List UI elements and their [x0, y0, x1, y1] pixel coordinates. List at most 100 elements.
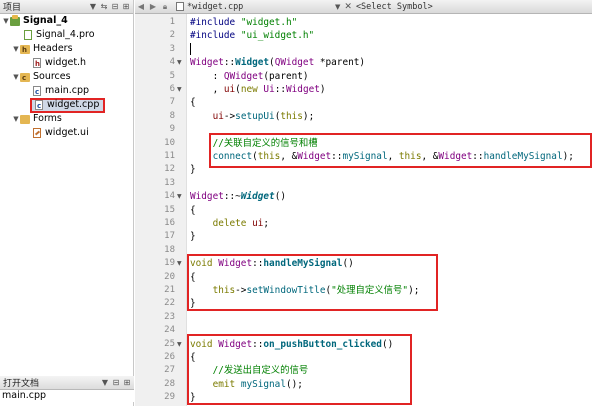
code-token: Widget: [240, 191, 275, 203]
headers-folder-icon: [20, 43, 30, 57]
line-number: 3: [169, 43, 175, 54]
line-number: 12: [164, 164, 175, 175]
code-token: #include: [190, 30, 236, 42]
fold-arrow-icon[interactable]: ▼: [177, 338, 185, 351]
file-label: widget.h: [45, 57, 87, 68]
code-line: {: [190, 204, 196, 217]
line-number: 27: [164, 365, 175, 376]
file-label: widget.cpp: [47, 99, 100, 110]
code-line: }: [190, 230, 196, 243]
tree-item-widget-ui[interactable]: widget.ui: [0, 126, 133, 140]
sync-icon[interactable]: ⇆: [100, 2, 108, 11]
line-number: 21: [164, 285, 175, 295]
chevron-down-icon[interactable]: ▼: [12, 112, 20, 126]
close-panel-icon[interactable]: ⊞: [122, 2, 130, 11]
code-token: "widget.h": [240, 17, 298, 28]
line-number: 13: [164, 177, 175, 188]
ui-file-icon: [33, 128, 41, 138]
line-number: 9: [169, 124, 175, 135]
project-label: Signal_4: [23, 15, 68, 26]
line-number: 22: [164, 298, 175, 309]
code-line: {: [190, 96, 196, 109]
forms-folder-icon: [20, 114, 30, 124]
code-token: );: [302, 110, 315, 122]
open-document-item[interactable]: main.cpp: [0, 390, 134, 402]
code-token: {: [190, 204, 196, 216]
code-token: new: [240, 84, 258, 95]
split-icon[interactable]: ⊟: [111, 2, 119, 11]
code-token: #include: [190, 17, 236, 28]
code-token: ::: [223, 57, 236, 69]
code-token: "ui_widget.h": [240, 30, 315, 42]
code-line: #include "ui_widget.h": [190, 29, 314, 42]
code-token: ::: [274, 84, 287, 95]
code-line: ui->setupUi(this);: [190, 110, 315, 123]
code-token: setupUi: [235, 110, 275, 122]
code-token: }: [190, 164, 196, 176]
code-token: ->: [223, 110, 236, 122]
line-number: 29: [164, 392, 175, 403]
chevron-down-icon[interactable]: ▼: [12, 70, 20, 84]
code-token: QWidget: [223, 70, 264, 82]
sources-label: Sources: [33, 71, 71, 82]
fold-arrow-icon[interactable]: ▼: [177, 257, 185, 270]
file-tab[interactable]: *widget.cpp: [187, 2, 335, 12]
tree-item-headers[interactable]: ▼ Headers: [0, 42, 133, 57]
open-documents-header: 打开文档 ▼ ⊟ ⊞: [0, 376, 134, 390]
line-number: 10: [164, 137, 175, 148]
code-token: ,: [190, 84, 224, 95]
highlight-box-button-clicked: [187, 334, 412, 405]
code-line: Widget::~Widget(): [190, 190, 286, 203]
line-number: 18: [164, 244, 175, 255]
sources-folder-icon: [20, 71, 30, 85]
file-label: main.cpp: [45, 85, 90, 96]
fold-arrow-icon[interactable]: ▼: [177, 56, 185, 69]
code-token: {: [190, 97, 196, 109]
filter-icon[interactable]: ▼: [89, 2, 97, 11]
tree-item-main-cpp[interactable]: main.cpp: [0, 84, 133, 99]
file-tab-label: widget.cpp: [192, 1, 244, 12]
tree-item-widget-h[interactable]: widget.h: [0, 56, 133, 71]
code-token: ::~: [223, 191, 241, 203]
symbol-selector[interactable]: <Select Symbol>: [356, 2, 433, 12]
project-panel: 项目 ▼ ⇆ ⊟ ⊞ ▼ Signal_4 Signal_4.pro ▼ Hea…: [0, 0, 134, 406]
line-number: 17: [164, 231, 175, 242]
project-icon: [10, 14, 20, 26]
close-panel-icon[interactable]: ⊞: [123, 378, 131, 387]
forms-label: Forms: [33, 113, 62, 124]
fold-arrow-icon[interactable]: ▼: [177, 83, 185, 96]
tree-item-project[interactable]: ▼ Signal_4: [0, 14, 133, 28]
line-number: 6: [169, 84, 175, 94]
project-tree: ▼ Signal_4 Signal_4.pro ▼ Headers widget…: [0, 14, 133, 140]
document-icon: [176, 2, 184, 11]
line-number: 24: [164, 325, 175, 336]
tree-item-project-file[interactable]: Signal_4.pro: [0, 28, 133, 42]
code-line: , ui(new Ui::Widget): [190, 83, 326, 96]
line-number: 26: [164, 352, 175, 362]
code-token: ui: [223, 84, 236, 95]
chevron-down-icon[interactable]: ▼: [12, 42, 20, 56]
text-cursor: [190, 42, 191, 55]
close-icon[interactable]: ✕: [344, 2, 352, 12]
code-line: Widget::Widget(QWidget *parent): [190, 56, 365, 69]
split-icon[interactable]: ⊟: [112, 378, 120, 387]
tree-item-widget-cpp[interactable]: widget.cpp: [30, 97, 106, 113]
tree-item-forms[interactable]: ▼ Forms: [0, 112, 133, 126]
line-number: 20: [164, 271, 175, 282]
chevron-down-icon[interactable]: ▼: [335, 3, 340, 11]
forward-arrow-icon[interactable]: ▶: [147, 2, 159, 11]
chevron-down-icon[interactable]: ▼: [2, 14, 10, 28]
back-arrow-icon[interactable]: ◀: [135, 2, 147, 11]
code-token: ): [319, 84, 326, 95]
line-number-gutter: 1 2 3 4 ▼ 5 6 ▼ 7 8 9 10 11 12 13 14 ▼ 15 16 17 18 19 ▼ 20 21 22 2…: [135, 14, 187, 406]
code-token: Widget: [286, 84, 320, 95]
dropdown-icon[interactable]: ▼: [101, 378, 109, 387]
code-line: delete ui;: [190, 217, 269, 230]
code-token: ;: [263, 218, 270, 229]
code-token: ui: [212, 110, 224, 122]
source-file-icon: [35, 99, 43, 113]
fold-arrow-icon[interactable]: ▼: [177, 190, 185, 203]
code-token: (): [274, 191, 286, 203]
tree-item-sources[interactable]: ▼ Sources: [0, 70, 133, 85]
